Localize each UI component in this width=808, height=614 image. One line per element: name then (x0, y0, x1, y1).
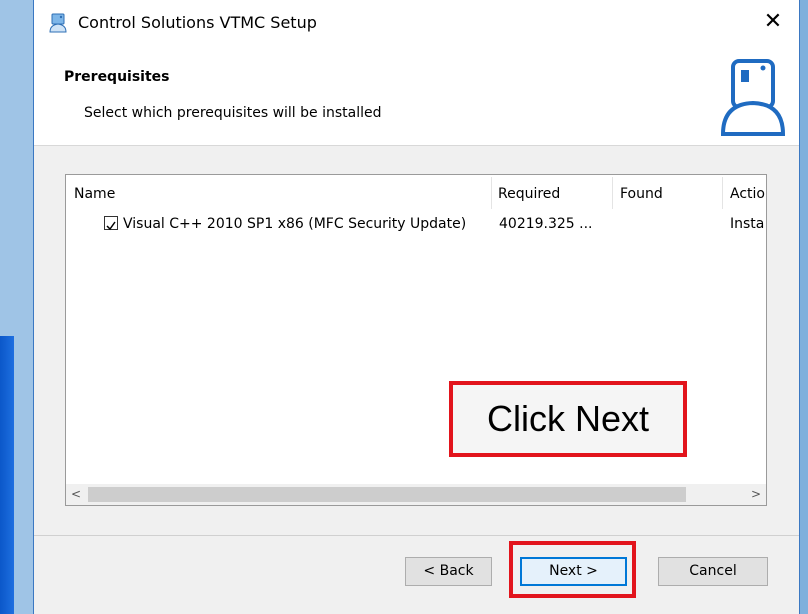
row-action: Insta (730, 216, 765, 232)
column-separator[interactable] (722, 177, 723, 209)
page-title: Prerequisites (64, 69, 170, 85)
desktop-background (0, 336, 14, 614)
title-bar: Control Solutions VTMC Setup ✕ (34, 0, 799, 46)
scroll-right-icon[interactable]: > (746, 484, 766, 505)
desktop-background-right (800, 0, 808, 614)
close-icon[interactable]: ✕ (759, 8, 787, 36)
page-subtitle: Select which prerequisites will be insta… (84, 105, 382, 121)
instruction-callout: Click Next (449, 381, 687, 457)
wizard-header: Prerequisites Select which prerequisites… (34, 46, 799, 146)
row-name: Visual C++ 2010 SP1 x86 (MFC Security Up… (123, 216, 467, 232)
setup-drive-icon (719, 58, 787, 142)
cancel-button[interactable]: Cancel (658, 557, 768, 586)
scroll-left-icon[interactable]: < (66, 484, 86, 505)
checkmark-icon (106, 221, 116, 231)
column-separator[interactable] (612, 177, 613, 209)
column-header-name[interactable]: Name (74, 186, 115, 202)
next-button[interactable]: Next > (520, 557, 627, 586)
table-row[interactable]: Visual C++ 2010 SP1 x86 (MFC Security Up… (66, 213, 766, 237)
installer-app-icon (48, 13, 68, 37)
back-button[interactable]: < Back (405, 557, 492, 586)
scrollbar-thumb[interactable] (88, 487, 686, 502)
prerequisite-checkbox[interactable] (104, 216, 118, 231)
footer-divider (34, 535, 799, 536)
column-header-required[interactable]: Required (498, 186, 560, 202)
column-header-action[interactable]: Actio (730, 186, 765, 202)
setup-window: Control Solutions VTMC Setup ✕ Prerequis… (33, 0, 800, 614)
wizard-body: Name Required Found Actio Visual C++ 201… (34, 146, 799, 614)
column-header-found[interactable]: Found (620, 186, 663, 202)
column-separator[interactable] (491, 177, 492, 209)
window-title: Control Solutions VTMC Setup (78, 13, 317, 32)
horizontal-scrollbar[interactable]: < > (66, 484, 766, 505)
row-required: 40219.325 ... (499, 216, 593, 232)
